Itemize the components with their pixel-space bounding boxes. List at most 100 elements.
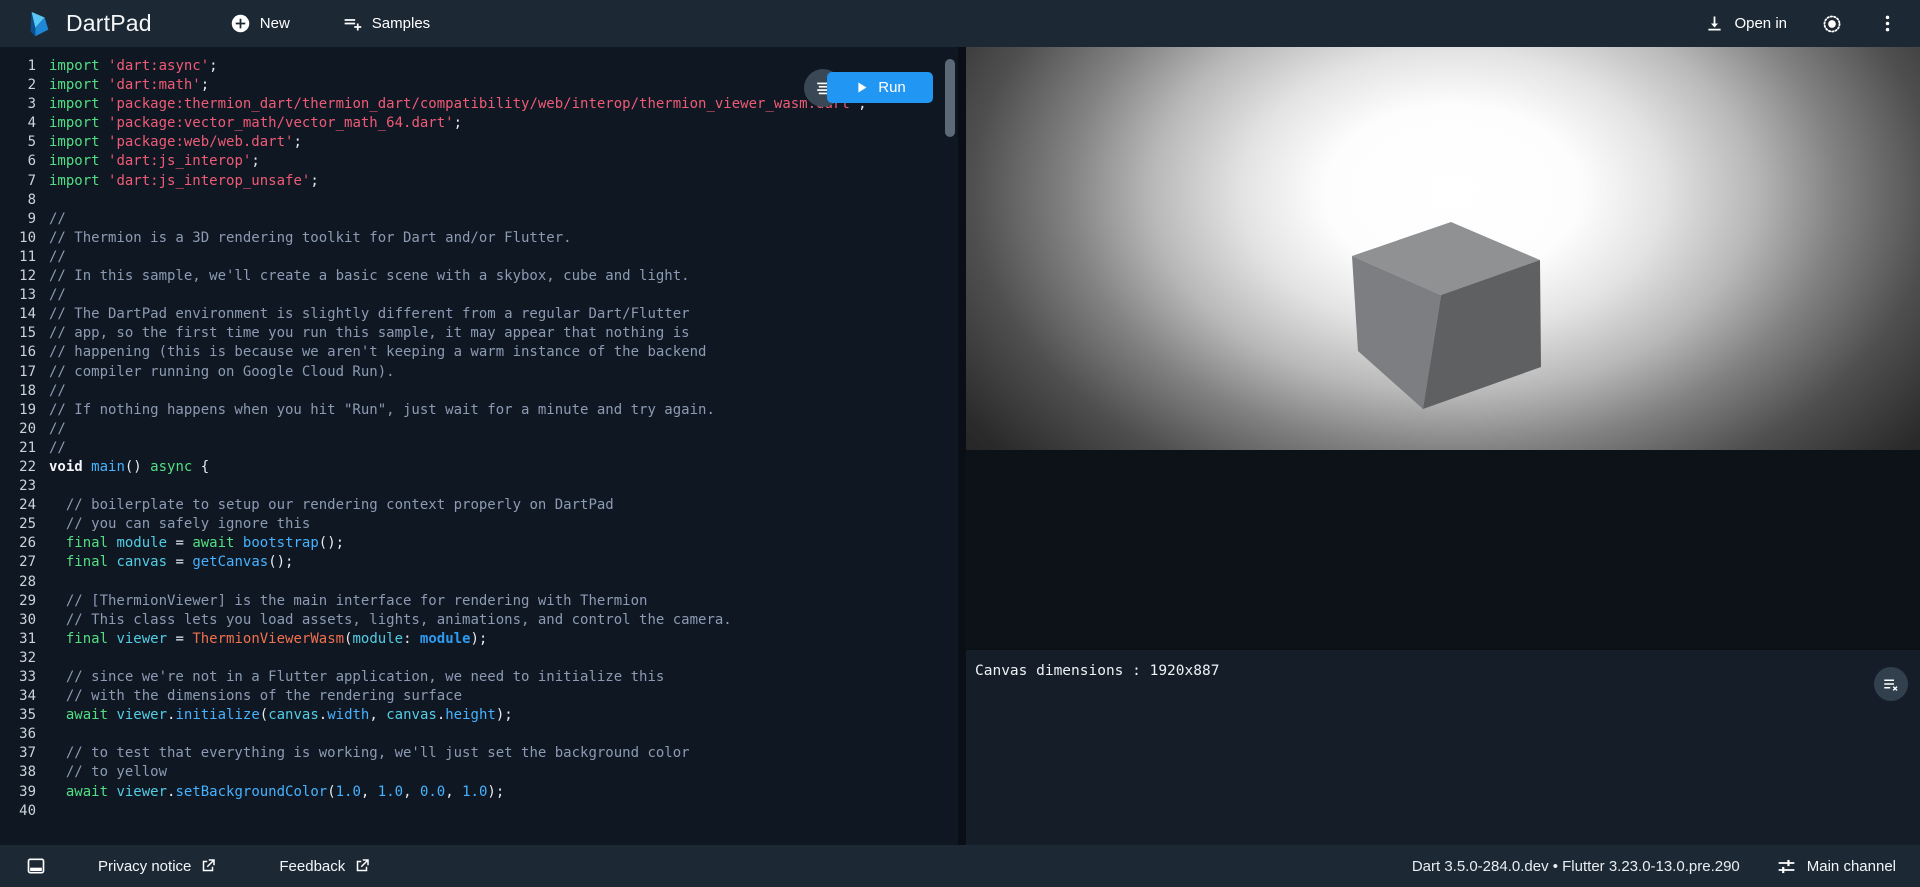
code-token[interactable]: (); — [319, 535, 344, 551]
code-line[interactable]: 9// — [0, 210, 958, 229]
code-token[interactable]: canvas — [116, 554, 167, 570]
code-text[interactable]: import 'dart:math'; — [49, 76, 209, 95]
code-token[interactable] — [49, 497, 66, 513]
code-token[interactable]: import — [49, 115, 100, 131]
code-token[interactable]: // — [49, 440, 66, 456]
code-token[interactable]: // In this sample, we'll create a basic … — [49, 268, 690, 284]
code-line[interactable]: 18// — [0, 382, 958, 401]
code-token[interactable]: import — [49, 96, 100, 112]
code-token[interactable]: ; — [310, 173, 318, 189]
code-token[interactable]: // — [49, 249, 66, 265]
code-token[interactable]: { — [192, 459, 209, 475]
code-text[interactable]: // — [49, 286, 66, 305]
code-token[interactable]: // This class lets you load assets, ligh… — [66, 612, 732, 628]
channel-selector[interactable]: Main channel — [1776, 856, 1896, 877]
code-token[interactable] — [49, 612, 66, 628]
code-text[interactable]: // with the dimensions of the rendering … — [49, 687, 462, 706]
code-token[interactable]: 'package:web/web.dart' — [108, 134, 293, 150]
code-token[interactable]: await — [66, 784, 108, 800]
code-token[interactable]: getCanvas — [192, 554, 268, 570]
code-line[interactable]: 8 — [0, 191, 958, 210]
code-token[interactable] — [49, 764, 66, 780]
code-token[interactable]: final — [66, 631, 108, 647]
code-line[interactable]: 14// The DartPad environment is slightly… — [0, 305, 958, 324]
code-text[interactable]: // to test that everything is working, w… — [49, 744, 690, 763]
code-editor-lines[interactable]: 1import 'dart:async';2import 'dart:math'… — [0, 47, 958, 821]
code-token[interactable] — [100, 153, 108, 169]
code-line[interactable]: 27 final canvas = getCanvas(); — [0, 553, 958, 572]
code-token[interactable]: ); — [471, 631, 488, 647]
code-token[interactable] — [100, 58, 108, 74]
code-token[interactable] — [49, 554, 66, 570]
code-line[interactable]: 39 await viewer.setBackgroundColor(1.0, … — [0, 783, 958, 802]
code-token[interactable]: import — [49, 77, 100, 93]
code-token[interactable]: await — [66, 707, 108, 723]
code-editor[interactable]: 1import 'dart:async';2import 'dart:math'… — [0, 47, 958, 845]
code-line[interactable]: 38 // to yellow — [0, 763, 958, 782]
code-text[interactable]: // [ThermionViewer] is the main interfac… — [49, 592, 647, 611]
code-token[interactable]: 'package:vector_math/vector_math_64.dart… — [108, 115, 454, 131]
code-line[interactable]: 34 // with the dimensions of the renderi… — [0, 687, 958, 706]
samples-button[interactable]: Samples — [342, 13, 430, 34]
code-token[interactable]: ; — [454, 115, 462, 131]
code-token[interactable]: // app, so the first time you run this s… — [49, 325, 690, 341]
code-token[interactable]: ( — [260, 707, 268, 723]
code-token[interactable] — [100, 173, 108, 189]
code-line[interactable]: 13// — [0, 286, 958, 305]
code-token[interactable] — [100, 134, 108, 150]
code-line[interactable]: 28 — [0, 573, 958, 592]
code-token[interactable]: // — [49, 383, 66, 399]
code-line[interactable]: 24 // boilerplate to setup our rendering… — [0, 496, 958, 515]
code-token[interactable] — [49, 784, 66, 800]
code-token[interactable]: import — [49, 58, 100, 74]
code-token[interactable]: async — [150, 459, 192, 475]
code-token[interactable]: canvas — [386, 707, 437, 723]
privacy-notice-link[interactable]: Privacy notice — [98, 857, 217, 875]
code-token[interactable] — [83, 459, 91, 475]
code-line[interactable]: 29 // [ThermionViewer] is the main inter… — [0, 592, 958, 611]
code-line[interactable]: 36 — [0, 725, 958, 744]
code-token[interactable]: , — [361, 784, 378, 800]
code-token[interactable]: , — [369, 707, 386, 723]
code-token[interactable]: void — [49, 459, 83, 475]
code-token[interactable] — [49, 516, 66, 532]
code-text[interactable]: // — [49, 439, 66, 458]
code-token[interactable]: module — [352, 631, 403, 647]
code-token[interactable] — [234, 535, 242, 551]
overflow-menu-icon[interactable] — [1877, 13, 1898, 34]
code-line[interactable]: 32 — [0, 649, 958, 668]
code-line[interactable]: 21// — [0, 439, 958, 458]
code-token[interactable] — [100, 77, 108, 93]
code-token[interactable] — [49, 688, 66, 704]
code-line[interactable]: 6import 'dart:js_interop'; — [0, 152, 958, 171]
code-line[interactable]: 5import 'package:web/web.dart'; — [0, 133, 958, 152]
code-token[interactable]: 'dart:js_interop_unsafe' — [108, 173, 310, 189]
code-text[interactable]: // — [49, 210, 66, 229]
code-token[interactable]: ; — [293, 134, 301, 150]
code-token[interactable]: import — [49, 153, 100, 169]
code-line[interactable]: 25 // you can safely ignore this — [0, 515, 958, 534]
code-token[interactable]: // since we're not in a Flutter applicat… — [66, 669, 664, 685]
code-text[interactable]: import 'dart:js_interop_unsafe'; — [49, 172, 319, 191]
code-token[interactable]: // — [49, 211, 66, 227]
code-token[interactable]: , — [445, 784, 462, 800]
code-token[interactable]: 'package:thermion_dart/thermion_dart/com… — [108, 96, 858, 112]
code-token[interactable] — [49, 669, 66, 685]
code-token[interactable]: viewer — [116, 784, 167, 800]
code-token[interactable]: ); — [487, 784, 504, 800]
code-token[interactable]: height — [445, 707, 496, 723]
code-line[interactable]: 35 await viewer.initialize(canvas.width,… — [0, 706, 958, 725]
code-token[interactable]: . — [437, 707, 445, 723]
code-line[interactable]: 22void main() async { — [0, 458, 958, 477]
code-line[interactable]: 26 final module = await bootstrap(); — [0, 534, 958, 553]
code-token[interactable]: : — [403, 631, 420, 647]
code-token[interactable]: , — [403, 784, 420, 800]
brightness-toggle-icon[interactable] — [1821, 13, 1843, 35]
code-token[interactable]: () — [125, 459, 150, 475]
code-token[interactable]: main — [91, 459, 125, 475]
feedback-link[interactable]: Feedback — [279, 857, 371, 875]
code-token[interactable]: // with the dimensions of the rendering … — [66, 688, 462, 704]
code-line[interactable]: 17// compiler running on Google Cloud Ru… — [0, 363, 958, 382]
code-token[interactable]: // Thermion is a 3D rendering toolkit fo… — [49, 230, 572, 246]
code-text[interactable]: await viewer.initialize(canvas.width, ca… — [49, 706, 513, 725]
